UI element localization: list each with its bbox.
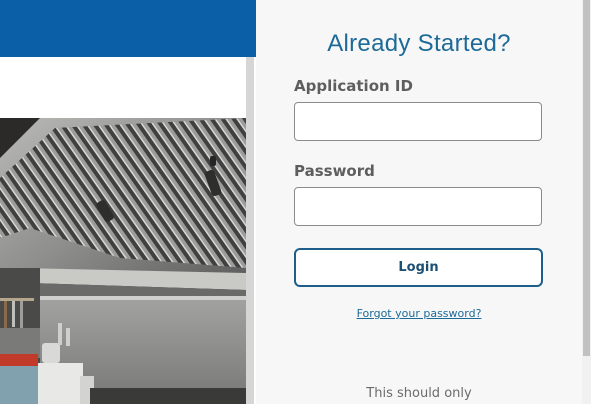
page-scrollbar-thumb[interactable]: [583, 0, 590, 356]
kitchen-hood-illustration: [0, 118, 246, 404]
password-label: Password: [294, 162, 375, 180]
page: Already Started? Application ID Password…: [0, 0, 591, 404]
background-scrollbar[interactable]: [246, 57, 254, 404]
header-bar: [0, 0, 256, 57]
background-area: [0, 0, 256, 404]
page-scrollbar[interactable]: [582, 0, 591, 404]
application-id-input[interactable]: [294, 102, 542, 141]
forgot-password-link[interactable]: Forgot your password?: [256, 307, 582, 320]
login-title: Already Started?: [327, 30, 511, 57]
kitchen-hood-photo: [0, 118, 246, 404]
info-note: This should only: [366, 386, 472, 401]
password-input[interactable]: [294, 187, 542, 226]
application-id-label: Application ID: [294, 77, 413, 95]
login-panel: Already Started? Application ID Password…: [256, 0, 582, 404]
login-button[interactable]: Login: [294, 248, 543, 287]
header-white-band: [0, 57, 256, 118]
